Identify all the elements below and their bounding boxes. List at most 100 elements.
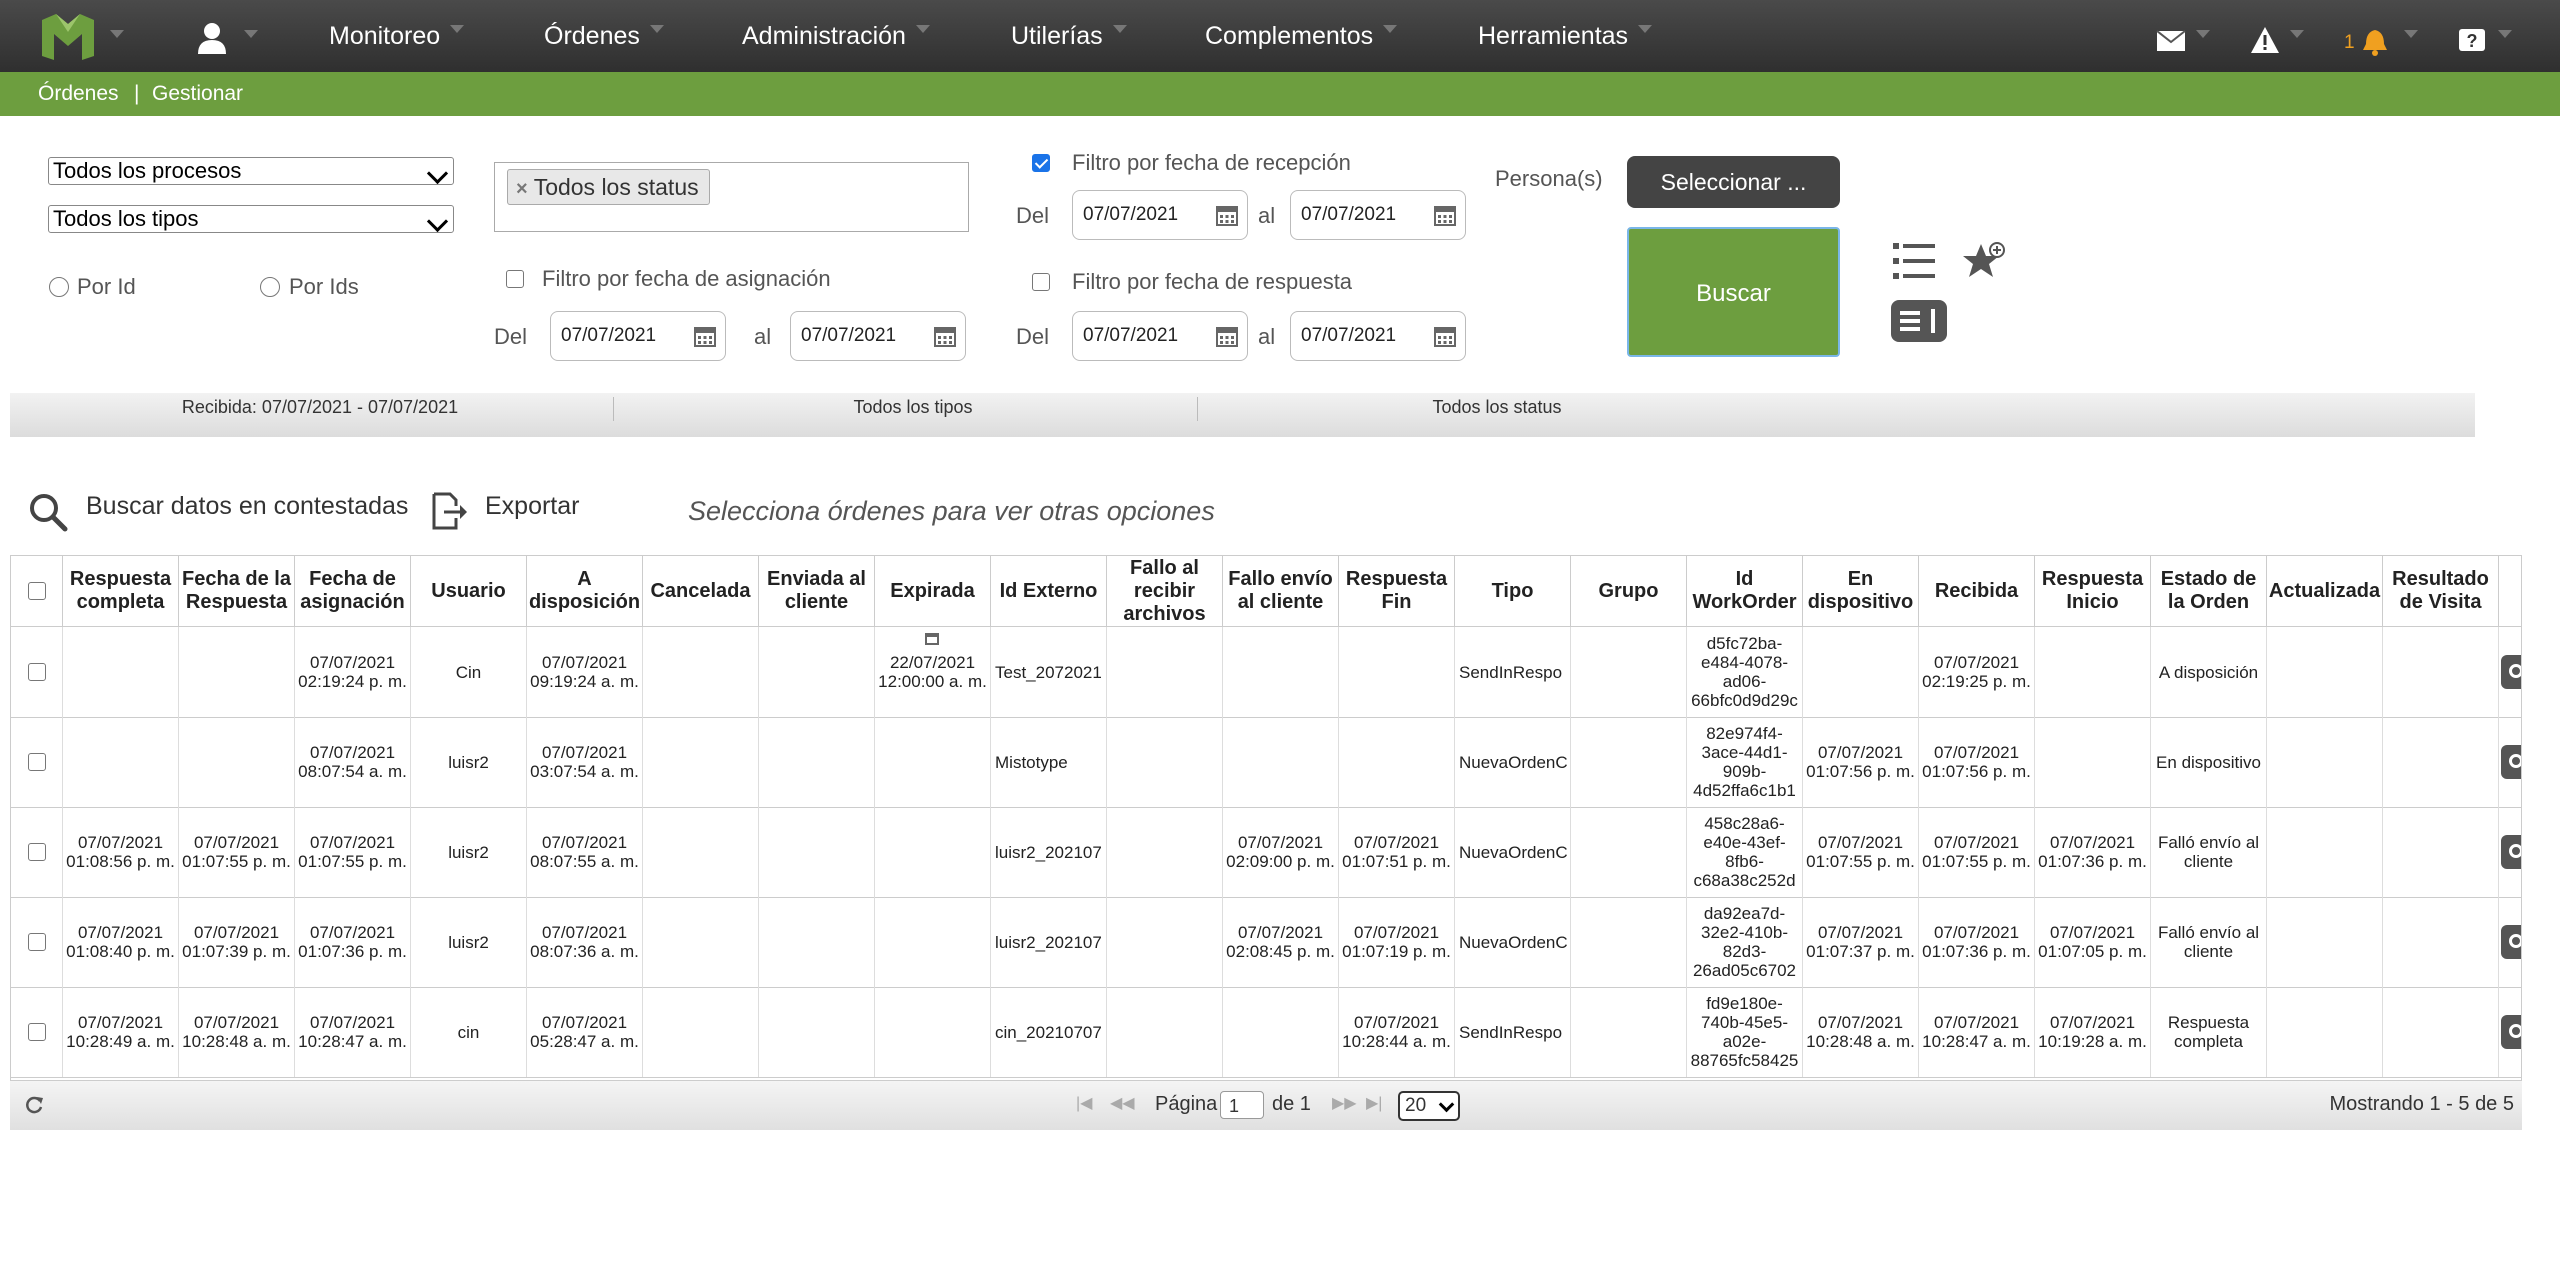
last-page-icon[interactable]: ▶| [1366,1081,1382,1127]
mail-menu-caret[interactable] [2196,30,2210,38]
page-size-select[interactable]: 20 [1398,1091,1460,1121]
select-all-checkbox[interactable] [27,582,46,600]
column-header-respuesta-inicio[interactable]: Respuesta Inicio [2035,556,2151,626]
next-page-icon[interactable]: ▶▶ [1332,1081,1357,1127]
cell-respuesta-completa [63,717,179,807]
row-checkbox[interactable] [27,843,46,861]
logo-menu-caret[interactable] [110,30,124,38]
page-number-input[interactable]: 1 [1220,1091,1264,1119]
layout-toggle-icon[interactable] [1891,300,1947,342]
row-checkbox[interactable] [27,1023,46,1041]
calendar-icon[interactable] [693,324,717,348]
nav-complementos[interactable]: Complementos [1205,18,1398,54]
row-checkbox[interactable] [27,933,46,951]
calendar-icon[interactable] [1433,324,1457,348]
warning-menu-caret[interactable] [2290,30,2304,38]
export-icon[interactable] [430,492,468,530]
column-header-id-externo[interactable]: Id Externo [991,556,1107,626]
response-del-label: Del [1016,324,1050,349]
column-header-fallo-envio[interactable]: Fallo envío al cliente [1223,556,1339,626]
table-row[interactable]: 07/07/2021 01:08:40 p. m. 07/07/2021 01:0… [11,897,2521,988]
type-select[interactable]: Todos los tipos [48,205,454,233]
response-date-from[interactable]: 07/07/2021 [1072,311,1248,361]
column-header-id-workorder[interactable]: Id WorkOrder [1687,556,1803,626]
column-header-expirada[interactable]: Expirada [875,556,991,626]
help-icon[interactable]: ? [2458,28,2486,54]
user-icon[interactable] [196,20,228,54]
refresh-icon[interactable] [24,1095,44,1115]
favorite-star-icon[interactable] [1963,240,2007,282]
select-persons-button[interactable]: Seleccionar ... [1627,156,1840,208]
column-list-icon[interactable] [1893,241,1937,281]
help-menu-caret[interactable] [2498,30,2512,38]
row-action-icon[interactable] [2501,1015,2521,1049]
column-header-enviada-cliente[interactable]: Enviada al cliente [759,556,875,626]
remove-tag-icon[interactable]: × [516,178,528,200]
nav-monitoreo[interactable]: Monitoreo [329,18,465,54]
column-header-fecha-respuesta[interactable]: Fecha de la Respuesta [179,556,295,626]
radio-por-id[interactable] [49,277,69,297]
first-page-icon[interactable]: |◀ [1076,1081,1092,1127]
column-header-en-dispositivo[interactable]: En dispositivo [1803,556,1919,626]
warning-icon[interactable] [2250,26,2280,54]
column-header-grupo[interactable]: Grupo [1571,556,1687,626]
table-row[interactable]: 07/07/2021 01:08:56 p. m. 07/07/2021 01:0… [11,807,2521,898]
column-header-actualizada[interactable]: Actualizada [2267,556,2383,626]
breadcrumb-page[interactable]: Gestionar [152,72,243,116]
assign-date-to[interactable]: 07/07/2021 [790,311,966,361]
nav-herramientas[interactable]: Herramientas [1478,18,1653,54]
assign-date-from[interactable]: 07/07/2021 [550,311,726,361]
radio-por-ids[interactable] [260,277,280,297]
cell-value: luisr2 [448,932,489,952]
assign-date-filter-checkbox[interactable] [506,270,524,288]
calendar-icon[interactable] [1433,203,1457,227]
status-multiselect[interactable]: × Todos los status [494,162,969,232]
nav-ordenes[interactable]: Órdenes [544,18,664,54]
column-header-tipo[interactable]: Tipo [1455,556,1571,626]
column-header-usuario[interactable]: Usuario [411,556,527,626]
row-checkbox[interactable] [27,663,46,681]
cell-value: 07/07/2021 01:07:56 p. m. [1806,743,1915,781]
column-header-respuesta-fin[interactable]: Respuesta Fin [1339,556,1455,626]
user-menu-caret[interactable] [244,30,258,38]
column-header-respuesta-completa[interactable]: Respuesta completa [63,556,179,626]
row-action-icon[interactable] [2501,925,2521,959]
bell-icon[interactable] [2362,28,2388,56]
status-tag[interactable]: × Todos los status [507,169,710,205]
process-select[interactable]: Todos los procesos [48,157,454,185]
mail-icon[interactable] [2156,30,2186,52]
cell-resultado-visita [2383,897,2499,987]
export-button[interactable]: Exportar [485,492,579,521]
response-date-filter-checkbox[interactable] [1032,273,1050,291]
reception-date-filter-checkbox[interactable] [1032,154,1050,172]
table-row[interactable]: 07/07/2021 10:28:49 a. m. 07/07/2021 10:2… [11,987,2521,1078]
search-icon[interactable] [28,492,68,532]
column-header-fecha-asignacion[interactable]: Fecha de asignación [295,556,411,626]
search-answered-button[interactable]: Buscar datos en contestadas [86,492,408,521]
reception-date-from[interactable]: 07/07/2021 [1072,190,1248,240]
column-header-fallo-recibir[interactable]: Fallo al recibir archivos [1107,556,1223,626]
table-row[interactable]: 07/07/2021 02:19:24 p. m. Cin 07/07/2021 0… [11,627,2521,718]
nav-utilerias[interactable]: Utilerías [1011,18,1127,54]
app-logo-icon[interactable] [42,14,94,60]
calendar-icon[interactable] [1215,324,1239,348]
search-button[interactable]: Buscar [1627,227,1840,357]
reception-date-to[interactable]: 07/07/2021 [1290,190,1466,240]
column-header-cancelada[interactable]: Cancelada [643,556,759,626]
row-action-icon[interactable] [2501,835,2521,869]
column-header-recibida[interactable]: Recibida [1919,556,2035,626]
row-action-icon[interactable] [2501,655,2521,689]
row-action-icon[interactable] [2501,745,2521,779]
column-header-a-disposicion[interactable]: A disposición [527,556,643,626]
nav-administracion[interactable]: Administración [742,18,930,54]
bell-menu-caret[interactable] [2404,30,2418,38]
table-row[interactable]: 07/07/2021 08:07:54 a. m. luisr2 07/07/202… [11,717,2521,808]
breadcrumb-section[interactable]: Órdenes [38,72,119,116]
response-date-to[interactable]: 07/07/2021 [1290,311,1466,361]
calendar-icon[interactable] [933,324,957,348]
calendar-icon[interactable] [1215,203,1239,227]
column-header-resultado-visita[interactable]: Resultado de Visita [2383,556,2499,626]
column-header-estado-orden[interactable]: Estado de la Orden [2151,556,2267,626]
prev-page-icon[interactable]: ◀◀ [1110,1081,1135,1127]
row-checkbox[interactable] [27,753,46,771]
